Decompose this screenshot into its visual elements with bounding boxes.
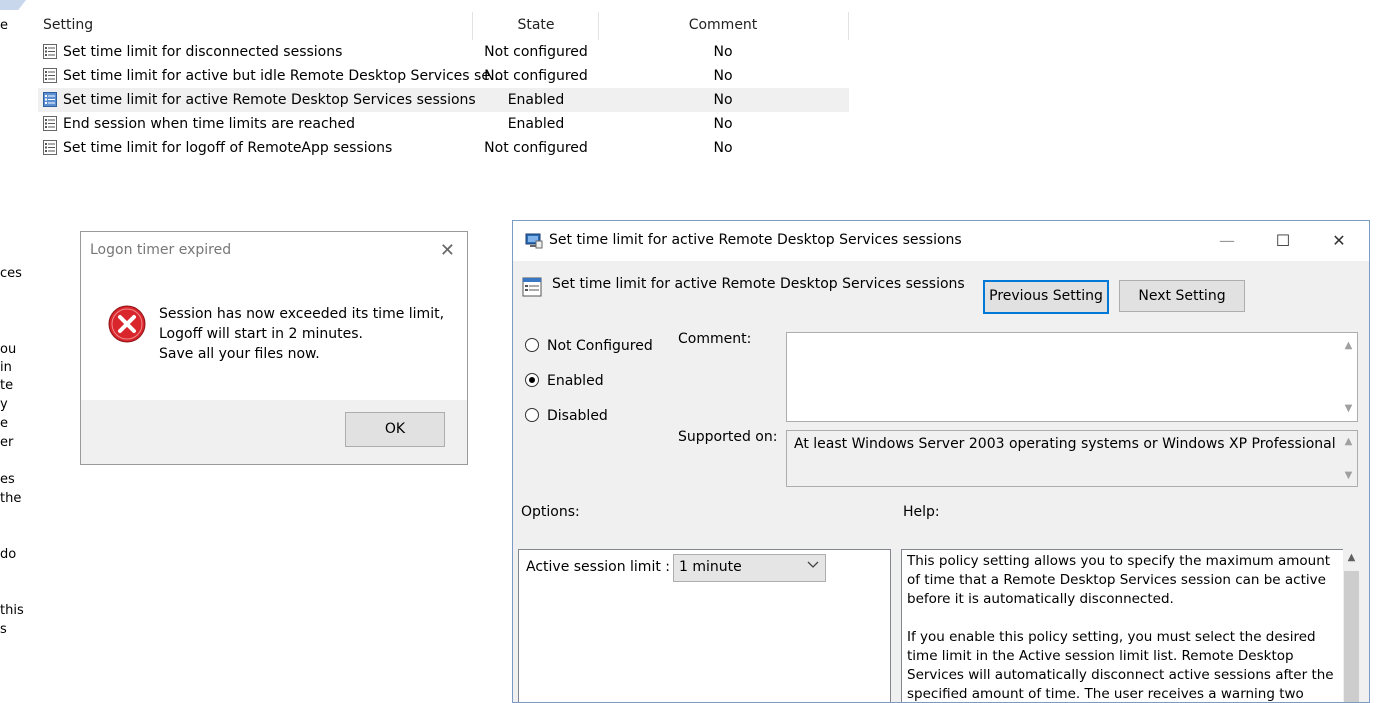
policy-comment: No bbox=[713, 116, 733, 132]
policy-name: Set time limit for disconnected sessions bbox=[63, 44, 343, 60]
help-paragraph: If you enable this policy setting, you m… bbox=[907, 629, 1334, 702]
policy-state: Not configured bbox=[484, 140, 588, 156]
policy-name: Set time limit for active but idle Remot… bbox=[63, 68, 504, 84]
dialog-footer: OK bbox=[81, 400, 467, 464]
left-pane-text: e bbox=[0, 18, 8, 33]
scroll-up-icon[interactable]: ▲ bbox=[1340, 433, 1357, 450]
message-line: Session has now exceeded its time limit, bbox=[159, 306, 445, 322]
logon-timer-dialog: Logon timer expired ✕ Session has now ex… bbox=[80, 231, 468, 465]
comment-label: Comment: bbox=[678, 331, 752, 347]
corner-tab bbox=[0, 0, 26, 10]
policy-state: Enabled bbox=[507, 116, 565, 132]
radio-label: Not Configured bbox=[547, 338, 653, 354]
left-pane-text: e bbox=[0, 416, 8, 431]
comment-textarea[interactable]: ▲ ▼ bbox=[786, 332, 1358, 422]
window-title: Set time limit for active Remote Desktop… bbox=[549, 232, 962, 248]
comment-scrollbar[interactable]: ▲ ▼ bbox=[1340, 333, 1357, 421]
policy-setting-icon bbox=[43, 44, 57, 59]
active-session-limit-select[interactable]: 1 minute bbox=[673, 554, 826, 582]
column-divider[interactable] bbox=[598, 12, 599, 40]
policy-comment: No bbox=[713, 140, 733, 156]
previous-setting-button[interactable]: Previous Setting bbox=[983, 280, 1109, 314]
radio-label: Enabled bbox=[547, 373, 604, 389]
policy-setting-selected-icon bbox=[43, 92, 57, 107]
left-pane-text: in bbox=[0, 360, 12, 375]
left-pane-text: s bbox=[0, 622, 7, 637]
policy-name: Set time limit for active Remote Desktop… bbox=[63, 92, 476, 108]
scroll-down-icon[interactable]: ▼ bbox=[1340, 467, 1357, 484]
left-pane-text: y bbox=[0, 397, 8, 412]
policy-row[interactable]: Set time limit for active but idle Remot… bbox=[38, 64, 849, 88]
help-paragraph: This policy setting allows you to specif… bbox=[907, 553, 1331, 607]
window-client: Set time limit for active Remote Desktop… bbox=[513, 261, 1369, 702]
window-titlebar[interactable]: Set time limit for active Remote Desktop… bbox=[513, 221, 1369, 261]
supported-on-label: Supported on: bbox=[678, 429, 778, 445]
column-header-comment[interactable]: Comment bbox=[663, 10, 783, 40]
options-label: Options: bbox=[521, 504, 580, 520]
supported-on-field: At least Windows Server 2003 operating s… bbox=[786, 430, 1358, 487]
column-header-setting[interactable]: Setting bbox=[43, 10, 93, 40]
left-pane-text: the bbox=[0, 491, 22, 506]
help-text-panel: This policy setting allows you to specif… bbox=[901, 549, 1344, 702]
message-line: Save all your files now. bbox=[159, 346, 320, 362]
options-panel: Active session limit : 1 minute bbox=[518, 549, 891, 702]
close-icon[interactable]: ✕ bbox=[440, 240, 455, 261]
ok-button[interactable]: OK bbox=[345, 412, 445, 447]
policy-setting-icon bbox=[43, 68, 57, 83]
left-pane-text: do bbox=[0, 547, 17, 562]
help-label: Help: bbox=[903, 504, 940, 520]
chevron-down-icon bbox=[807, 558, 819, 573]
scroll-up-icon[interactable]: ▲ bbox=[1340, 337, 1357, 354]
policy-state: Not configured bbox=[484, 44, 588, 60]
minimize-icon[interactable]: — bbox=[1207, 227, 1247, 255]
next-setting-button[interactable]: Next Setting bbox=[1119, 280, 1245, 312]
policy-row[interactable]: Set time limit for logoff of RemoteApp s… bbox=[38, 136, 849, 160]
maximize-icon[interactable]: ☐ bbox=[1263, 227, 1303, 255]
supported-scrollbar[interactable]: ▲ ▼ bbox=[1340, 431, 1357, 486]
left-pane-text: ou bbox=[0, 342, 17, 357]
policy-setting-icon bbox=[522, 277, 542, 297]
policy-setting-icon bbox=[43, 116, 57, 131]
scroll-down-icon[interactable]: ▼ bbox=[1340, 400, 1357, 417]
column-divider[interactable] bbox=[848, 12, 849, 40]
radio-button-checked[interactable] bbox=[525, 373, 539, 387]
scroll-up-icon[interactable]: ▲ bbox=[1343, 549, 1360, 566]
policy-state: Enabled bbox=[507, 92, 565, 108]
policy-window-icon bbox=[525, 233, 543, 249]
left-pane-text: te bbox=[0, 378, 14, 393]
column-divider[interactable] bbox=[472, 12, 473, 40]
help-scrollbar[interactable]: ▲ bbox=[1343, 549, 1360, 702]
left-pane-text: this bbox=[0, 603, 24, 618]
active-session-limit-label: Active session limit : bbox=[526, 559, 670, 575]
column-header-state[interactable]: State bbox=[476, 10, 596, 40]
radio-label: Disabled bbox=[547, 408, 608, 424]
radio-button[interactable] bbox=[525, 408, 539, 422]
policy-row[interactable]: Set time limit for disconnected sessions… bbox=[38, 40, 849, 64]
error-icon bbox=[108, 305, 146, 343]
setting-title: Set time limit for active Remote Desktop… bbox=[552, 276, 965, 292]
policy-comment: No bbox=[713, 92, 733, 108]
left-pane-text: ces bbox=[0, 266, 22, 281]
left-pane-text: es bbox=[0, 472, 15, 487]
active-session-limit-value: 1 minute bbox=[679, 559, 742, 575]
policy-state: Not configured bbox=[484, 68, 588, 84]
policy-name: Set time limit for logoff of RemoteApp s… bbox=[63, 140, 393, 156]
policy-row-selected[interactable]: Set time limit for active Remote Desktop… bbox=[38, 88, 849, 112]
policy-name: End session when time limits are reached bbox=[63, 116, 356, 132]
dialog-title: Logon timer expired bbox=[90, 242, 232, 258]
close-icon[interactable]: ✕ bbox=[1319, 227, 1359, 255]
scrollbar-thumb[interactable] bbox=[1344, 571, 1359, 702]
policy-setting-window: Set time limit for active Remote Desktop… bbox=[512, 220, 1370, 703]
left-pane-text: er bbox=[0, 435, 14, 450]
supported-on-value: At least Windows Server 2003 operating s… bbox=[794, 436, 1336, 452]
policy-comment: No bbox=[713, 44, 733, 60]
left-pane-clipped: e ces ou in te y e er es the do this s bbox=[0, 0, 34, 701]
message-line: Logoff will start in 2 minutes. bbox=[159, 326, 363, 342]
radio-button[interactable] bbox=[525, 338, 539, 352]
policy-comment: No bbox=[713, 68, 733, 84]
policy-setting-icon bbox=[43, 140, 57, 155]
policy-row[interactable]: End session when time limits are reached… bbox=[38, 112, 849, 136]
